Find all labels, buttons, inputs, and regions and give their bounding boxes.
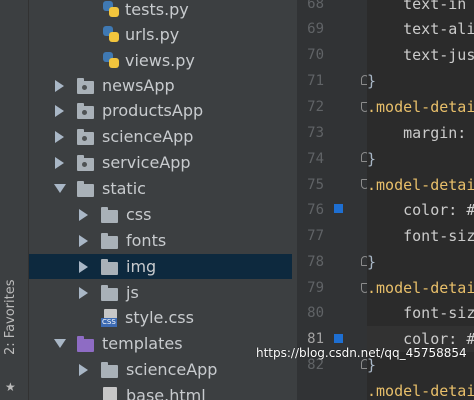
line-number: 68 — [307, 0, 324, 12]
tree-item-label: static — [102, 179, 146, 198]
favorites-tool-strip: 2: Favorites ★ — [0, 0, 29, 400]
chevron-right-icon[interactable] — [55, 105, 64, 117]
line-number: 69 — [307, 21, 324, 37]
tree-item-label: style.css — [125, 308, 194, 327]
star-icon[interactable]: ★ — [5, 380, 16, 394]
code-line[interactable]: .model-detai — [367, 172, 474, 198]
code-line[interactable]: text-ali — [367, 16, 474, 42]
tree-item-scienceapp[interactable]: scienceApp — [29, 124, 295, 149]
tree-item-fonts[interactable]: fonts — [29, 228, 295, 253]
tree-item-label: fonts — [126, 231, 167, 250]
code-editor[interactable]: text-in text-ali text-jus } .model-detai… — [367, 0, 474, 400]
chevron-right-icon[interactable] — [79, 364, 88, 376]
tree-item-templates-scienceapp[interactable]: scienceApp — [29, 357, 295, 382]
tree-item-views-py[interactable]: views.py — [29, 48, 295, 73]
line-number: 74 — [307, 151, 324, 167]
code-line[interactable]: } — [367, 146, 474, 172]
python-file-icon — [103, 26, 119, 42]
line-number: 73 — [307, 125, 324, 141]
line-number: 75 — [307, 177, 324, 193]
tree-item-tests-py[interactable]: tests.py — [29, 0, 295, 22]
line-number: 78 — [307, 254, 324, 270]
tree-item-label: scienceApp — [126, 360, 218, 379]
code-line[interactable]: } — [367, 249, 474, 275]
folder-icon — [101, 207, 118, 223]
folder-icon — [101, 285, 118, 301]
package-folder-icon — [77, 155, 94, 171]
tree-item-label: css — [126, 205, 152, 224]
tree-item-label: views.py — [125, 51, 195, 70]
tree-item-label: urls.py — [125, 25, 180, 44]
project-tree: tests.py urls.py views.py newsApp produc… — [29, 0, 295, 400]
tree-item-urls-py[interactable]: urls.py — [29, 22, 295, 47]
python-file-icon — [103, 1, 119, 17]
templates-folder-icon — [77, 336, 94, 352]
tree-item-static[interactable]: static — [29, 176, 295, 201]
tree-item-label: newsApp — [102, 76, 175, 95]
code-line[interactable]: font-siz — [367, 300, 474, 326]
color-preview-icon[interactable] — [334, 204, 343, 213]
code-line[interactable]: color: # — [367, 197, 474, 223]
chevron-right-icon[interactable] — [55, 80, 64, 92]
color-preview-icon[interactable] — [334, 334, 343, 343]
chevron-right-icon[interactable] — [79, 209, 88, 221]
package-folder-icon — [77, 103, 94, 119]
tree-item-base-html[interactable]: base.html — [29, 383, 295, 400]
css-badge: CSS — [101, 318, 117, 327]
tree-item-serviceapp[interactable]: serviceApp — [29, 150, 295, 175]
folder-icon — [101, 233, 118, 249]
line-number: 70 — [307, 47, 324, 63]
code-line[interactable]: .model-detai — [367, 275, 474, 301]
tree-item-productsapp[interactable]: productsApp — [29, 98, 295, 123]
tree-item-css[interactable]: css — [29, 202, 295, 227]
line-number: 79 — [307, 280, 324, 296]
python-file-icon — [103, 52, 119, 68]
ide-window: 2: Favorites ★ tests.py urls.py views.py… — [0, 0, 474, 400]
css-file-icon: CSS — [101, 309, 119, 327]
code-line[interactable]: .model-detai — [367, 94, 474, 120]
tree-item-label: templates — [102, 334, 183, 353]
folder-icon — [101, 259, 118, 275]
tree-item-label: productsApp — [102, 101, 204, 120]
tree-item-label: js — [126, 283, 139, 302]
line-number: 77 — [307, 228, 324, 244]
chevron-right-icon[interactable] — [79, 287, 88, 299]
chevron-down-icon[interactable] — [54, 184, 66, 193]
tree-item-label: serviceApp — [102, 153, 191, 172]
code-line[interactable]: } — [367, 68, 474, 94]
watermark-text: https://blog.csdn.net/qq_45758854 — [256, 346, 467, 360]
tree-item-label: img — [126, 257, 157, 276]
tree-item-label: tests.py — [125, 0, 189, 19]
chevron-right-icon[interactable] — [79, 235, 88, 247]
favorites-tab[interactable]: 2: Favorites — [3, 275, 18, 355]
chevron-down-icon[interactable] — [54, 339, 66, 348]
chevron-right-icon[interactable] — [79, 261, 88, 273]
code-line[interactable]: text-jus — [367, 42, 474, 68]
chevron-right-icon[interactable] — [55, 131, 64, 143]
tree-item-label: scienceApp — [102, 127, 194, 146]
line-number: 71 — [307, 73, 324, 89]
tree-item-label: base.html — [126, 386, 206, 400]
code-line[interactable]: .model-detai — [367, 378, 474, 400]
line-number: 72 — [307, 99, 324, 115]
package-folder-icon — [77, 78, 94, 94]
package-folder-icon — [77, 129, 94, 145]
folder-icon — [77, 181, 94, 197]
tree-item-img[interactable]: img — [29, 254, 295, 279]
tree-item-style-css[interactable]: CSS style.css — [29, 305, 295, 330]
tree-item-newsapp[interactable]: newsApp — [29, 73, 295, 98]
folder-icon — [101, 362, 118, 378]
html-file-icon — [103, 387, 117, 400]
code-line[interactable]: font-siz — [367, 223, 474, 249]
tree-item-js[interactable]: js — [29, 280, 295, 305]
code-line[interactable]: text-in — [367, 0, 474, 17]
line-number: 76 — [307, 202, 324, 218]
line-number: 80 — [307, 305, 324, 321]
chevron-right-icon[interactable] — [55, 157, 64, 169]
code-line[interactable]: margin: — [367, 120, 474, 146]
